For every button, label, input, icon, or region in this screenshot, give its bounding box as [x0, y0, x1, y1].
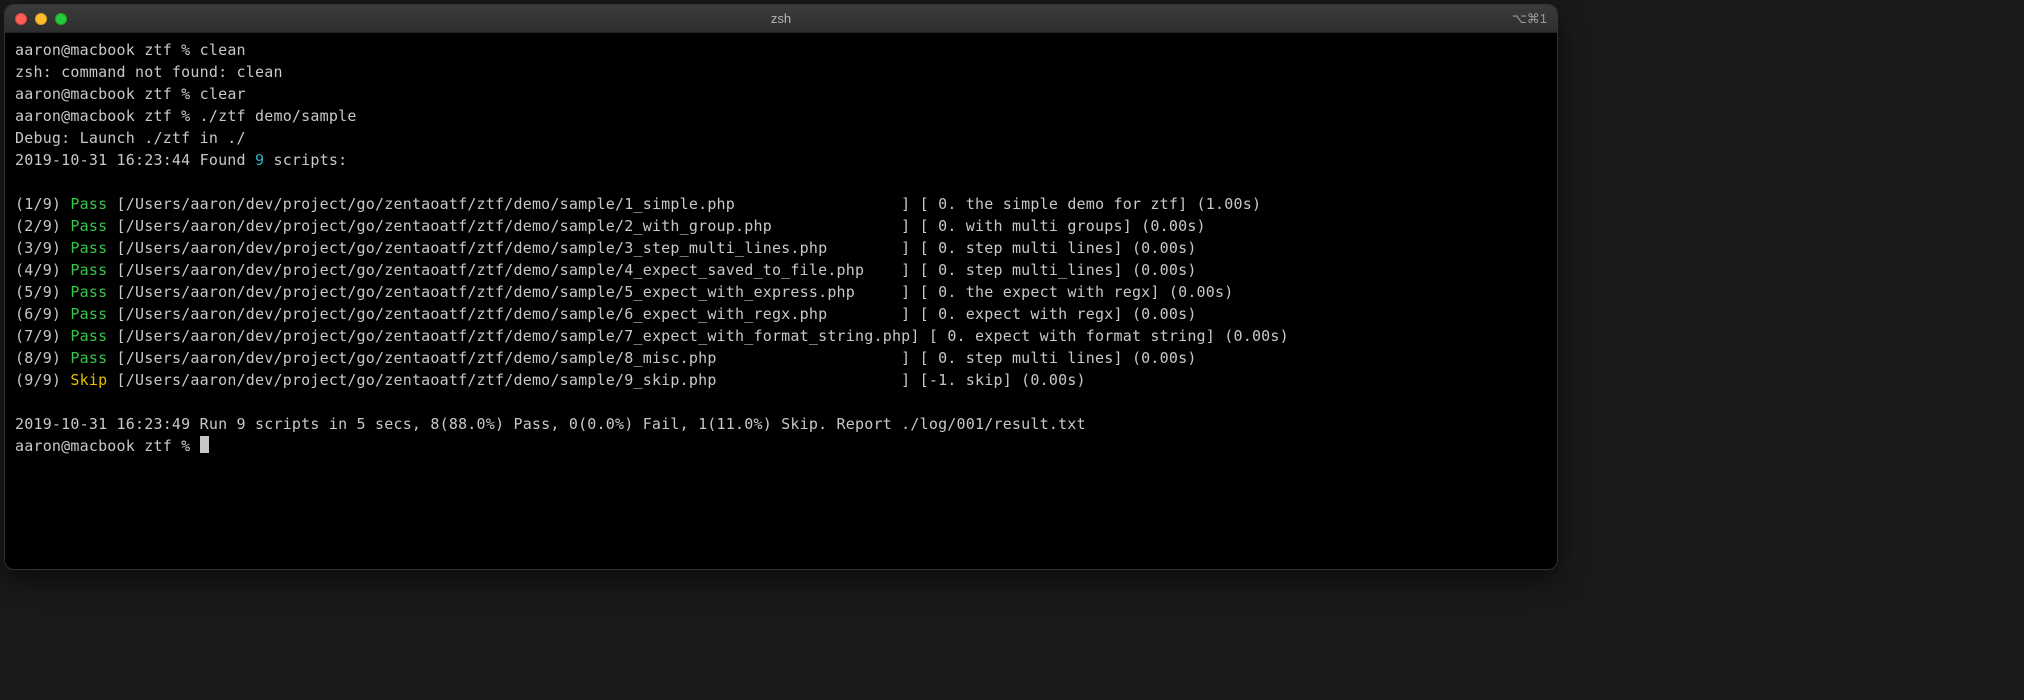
status-label: Pass: [70, 195, 107, 213]
script-count: 9: [255, 151, 264, 169]
status-label: Skip: [70, 371, 107, 389]
cursor-icon: [200, 436, 209, 453]
cmd: ./ztf demo/sample: [200, 107, 357, 125]
status-label: Pass: [70, 217, 107, 235]
output: zsh: command not found: clean: [15, 63, 283, 81]
status-label: Pass: [70, 349, 107, 367]
terminal-window: zsh ⌥⌘1 aaron@macbook ztf % clean zsh: c…: [4, 4, 1558, 570]
prompt: aaron@macbook ztf %: [15, 85, 200, 103]
titlebar: zsh ⌥⌘1: [5, 5, 1557, 33]
output: scripts:: [264, 151, 347, 169]
window-title: zsh: [5, 9, 1557, 29]
summary-line: 2019-10-31 16:23:49 Run 9 scripts in 5 s…: [15, 415, 1086, 433]
status-label: Pass: [70, 327, 107, 345]
cmd: clear: [200, 85, 246, 103]
status-label: Pass: [70, 305, 107, 323]
output: 2019-10-31 16:23:44 Found: [15, 151, 255, 169]
status-label: Pass: [70, 283, 107, 301]
cmd: clean: [200, 41, 246, 59]
prompt: aaron@macbook ztf %: [15, 41, 200, 59]
prompt: aaron@macbook ztf %: [15, 107, 200, 125]
status-label: Pass: [70, 261, 107, 279]
status-label: Pass: [70, 239, 107, 257]
prompt: aaron@macbook ztf %: [15, 437, 200, 455]
output: Debug: Launch ./ztf in ./: [15, 129, 246, 147]
terminal-content[interactable]: aaron@macbook ztf % clean zsh: command n…: [5, 33, 1557, 569]
